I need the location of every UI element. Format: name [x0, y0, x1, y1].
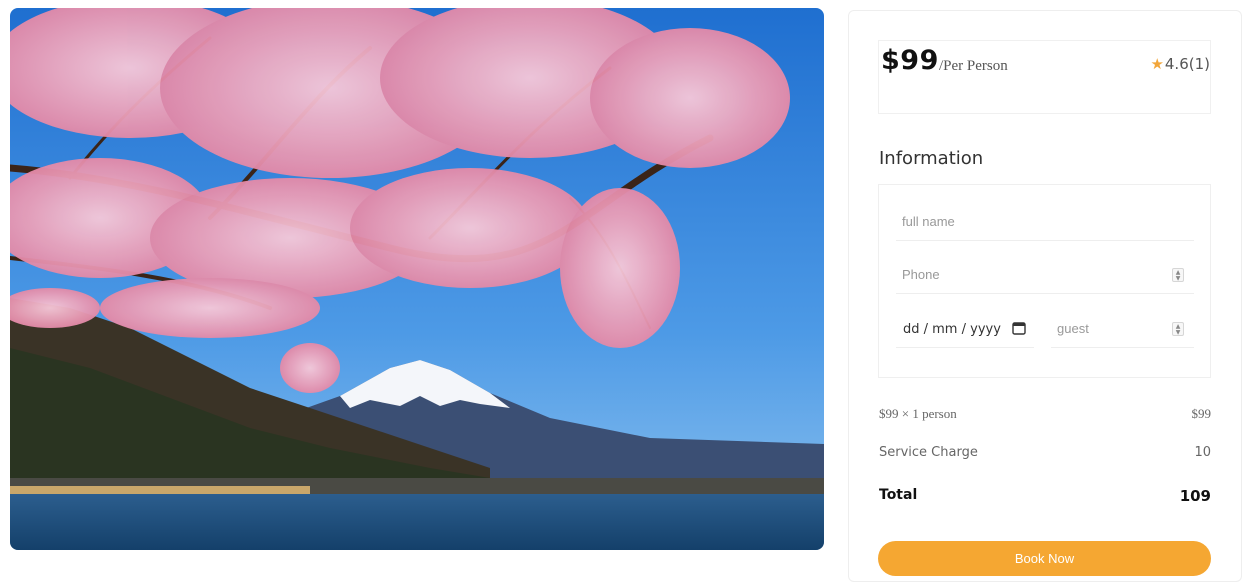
guest-stepper-icon[interactable]: ▲ ▼	[1172, 322, 1184, 336]
calendar-icon[interactable]	[1012, 321, 1026, 335]
total-label: Total	[879, 487, 918, 503]
date-placeholder: dd / mm / yyyy	[903, 322, 1001, 337]
phone-input[interactable]	[896, 256, 1194, 294]
book-now-button[interactable]: Book Now	[878, 541, 1211, 576]
service-charge-value: 10	[1194, 445, 1211, 460]
information-title: Information	[879, 148, 984, 169]
rating-value: 4.6(1)	[1164, 55, 1210, 73]
mountain-cherry-blossom-image	[10, 8, 824, 550]
full-name-input[interactable]	[896, 203, 1194, 241]
price-unit: /Per Person	[939, 58, 1008, 74]
service-charge-label: Service Charge	[879, 445, 978, 460]
rating: ★ 4.6(1)	[1150, 55, 1210, 73]
information-form: ▲▼ dd / mm / yyyy ▲▼	[878, 184, 1211, 378]
star-icon: ★	[1150, 55, 1164, 73]
total-line: Total 109	[879, 487, 1211, 505]
total-value: 109	[1179, 487, 1211, 505]
price-line: $99 × 1 person $99	[879, 406, 1211, 422]
booking-panel: $99 /Per Person ★ 4.6(1) Information ▲▼ …	[848, 10, 1242, 582]
service-charge-line: Service Charge 10	[879, 445, 1211, 460]
price-card: $99 /Per Person ★ 4.6(1)	[878, 40, 1211, 114]
price-line-label: $99 × 1 person	[879, 406, 957, 421]
price-line-value: $99	[1191, 406, 1212, 421]
price-value: $99	[881, 45, 939, 76]
phone-stepper-icon[interactable]: ▲ ▼	[1172, 268, 1184, 282]
hero-photo	[10, 8, 824, 550]
